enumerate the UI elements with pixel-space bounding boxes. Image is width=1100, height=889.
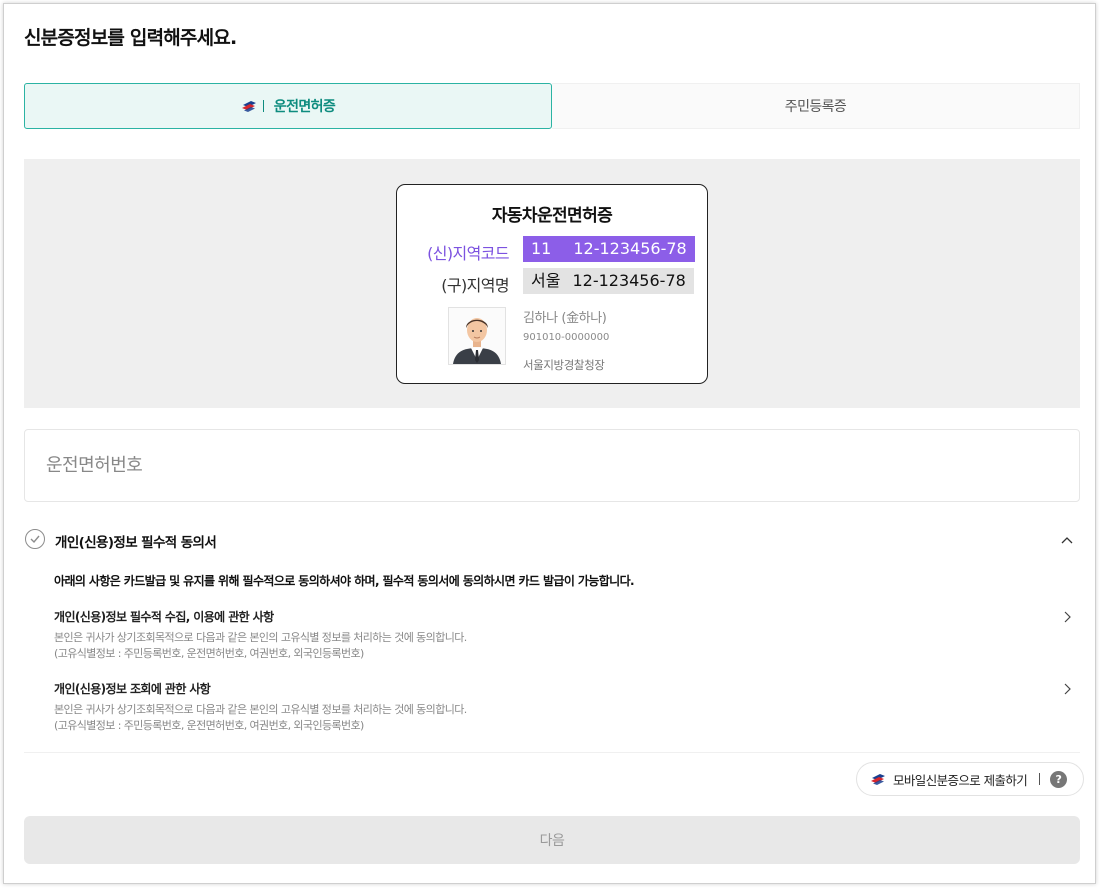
license-card-title: 자동차운전면허증 xyxy=(491,206,613,226)
holder-id-number: 901010-0000000 xyxy=(523,332,610,343)
agreement-item-desc: 본인은 귀사가 상기조회목적으로 다음과 같은 본인의 고유식별 정보를 처리하… xyxy=(54,702,1078,734)
new-region-row: (신)지역코드 11 12-123456-78 xyxy=(397,236,707,263)
holder-name: 김하나 (金하나) xyxy=(523,311,607,326)
agreement-item-inquiry[interactable]: 개인(신용)정보 조회에 관한 사항 본인은 귀사가 상기조회목적으로 다음과 … xyxy=(54,680,1078,734)
license-number-field xyxy=(24,429,1080,502)
id-type-tabs: 운전면허증 주민등록증 xyxy=(24,83,1080,129)
agreement-item-desc-line: (고유식별정보 : 주민등록번호, 운전면허번호, 여권번호, 외국인등록번호) xyxy=(54,647,364,660)
agreement-item-collection[interactable]: 개인(신용)정보 필수적 수집, 이용에 관한 사항 본인은 귀사가 상기조회목… xyxy=(54,608,1078,662)
new-region-label: (신)지역코드 xyxy=(427,244,509,263)
check-icon xyxy=(30,535,40,544)
help-icon[interactable]: ? xyxy=(1050,770,1068,788)
agreement-header[interactable]: 개인(신용)정보 필수적 동의서 xyxy=(24,528,1080,552)
mobile-id-submit-label: 모바일신분증으로 제출하기 xyxy=(893,772,1028,788)
agreement-item-desc-line: 본인은 귀사가 상기조회목적으로 다음과 같은 본인의 고유식별 정보를 처리하… xyxy=(54,703,467,716)
agreement-item-title: 개인(신용)정보 필수적 수집, 이용에 관한 사항 xyxy=(54,610,274,624)
old-region-label: (구)지역명 xyxy=(441,276,509,295)
tab-label: 운전면허증 xyxy=(273,99,336,115)
tab-driver-license[interactable]: 운전면허증 xyxy=(24,83,552,129)
agreement-title: 개인(신용)정보 필수적 동의서 xyxy=(55,535,217,551)
holder-info: 김하나 (金하나) 901010-0000000 서울지방경찰청장 xyxy=(523,307,609,373)
chevron-right-icon[interactable] xyxy=(1062,610,1072,624)
next-button[interactable]: 다음 xyxy=(24,816,1080,864)
agreement-item-title: 개인(신용)정보 조회에 관한 사항 xyxy=(54,682,211,696)
new-region-number: 12-123456-78 xyxy=(573,239,687,258)
license-preview-area: 자동차운전면허증 (신)지역코드 11 12-123456-78 (구)지역명 서… xyxy=(24,159,1080,408)
tab-separator xyxy=(262,100,264,112)
mobile-id-logo-icon xyxy=(241,101,256,112)
old-region-number: 12-123456-78 xyxy=(572,271,686,290)
chevron-up-icon[interactable] xyxy=(1060,533,1074,547)
agreement-item-desc: 본인은 귀사가 상기조회목적으로 다음과 같은 본인의 고유식별 정보를 처리하… xyxy=(54,630,1078,662)
old-region-row: (구)지역명 서울 12-123456-78 xyxy=(397,268,707,295)
mobile-id-separator xyxy=(1039,773,1041,785)
agreement-item-desc-line: (고유식별정보 : 주민등록번호, 운전면허번호, 여권번호, 외국인등록번호) xyxy=(54,719,364,732)
agreement-item-desc-line: 본인은 귀사가 상기조회목적으로 다음과 같은 본인의 고유식별 정보를 처리하… xyxy=(54,631,467,644)
license-card-sample: 자동차운전면허증 (신)지역코드 11 12-123456-78 (구)지역명 서… xyxy=(396,184,708,384)
section-divider xyxy=(24,752,1080,753)
agreement-checkbox[interactable] xyxy=(25,529,45,549)
tab-label: 주민등록증 xyxy=(784,99,847,115)
old-region-value: 서울 12-123456-78 xyxy=(523,268,694,294)
new-region-value: 11 12-123456-78 xyxy=(523,236,695,262)
license-number-input[interactable] xyxy=(25,430,1079,501)
chevron-right-icon[interactable] xyxy=(1062,682,1072,696)
new-region-code: 11 xyxy=(531,239,552,258)
tab-resident-card[interactable]: 주민등록증 xyxy=(552,83,1080,129)
agreement-body: 아래의 사항은 카드발급 및 유지를 위해 필수적으로 동의하셔야 하며, 필수… xyxy=(54,572,1078,732)
person-avatar-icon xyxy=(453,318,501,364)
mobile-id-logo-icon xyxy=(871,774,885,785)
page-title: 신분증정보를 입력해주세요. xyxy=(24,27,237,49)
holder-photo xyxy=(448,307,506,365)
agreement-notice: 아래의 사항은 카드발급 및 유지를 위해 필수적으로 동의하셔야 하며, 필수… xyxy=(54,574,635,588)
issuing-agency: 서울지방경찰청장 xyxy=(523,358,605,372)
old-region-code: 서울 xyxy=(531,271,561,290)
mobile-id-submit-button[interactable]: 모바일신분증으로 제출하기 ? xyxy=(856,762,1084,796)
